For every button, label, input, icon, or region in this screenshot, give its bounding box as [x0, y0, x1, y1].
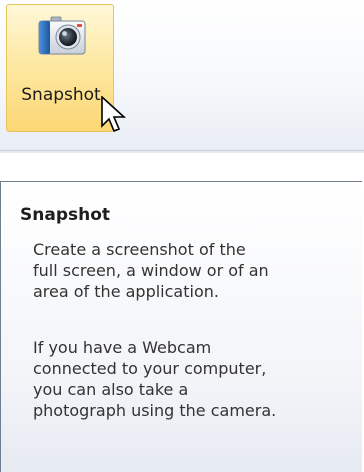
snapshot-button-label: Snapshot — [21, 85, 101, 105]
mouse-pointer-icon — [101, 96, 127, 133]
tooltip: Snapshot Create a screenshot of the full… — [0, 181, 362, 472]
ribbon-divider-shadow — [0, 151, 364, 153]
snapshot-button[interactable]: Snapshot — [6, 4, 114, 132]
camera-icon — [38, 16, 86, 55]
tooltip-title: Snapshot — [20, 205, 111, 225]
tooltip-webcam-note: If you have a Webcam connected to your c… — [33, 338, 277, 420]
tooltip-description: Create a screenshot of the full screen, … — [33, 240, 269, 301]
